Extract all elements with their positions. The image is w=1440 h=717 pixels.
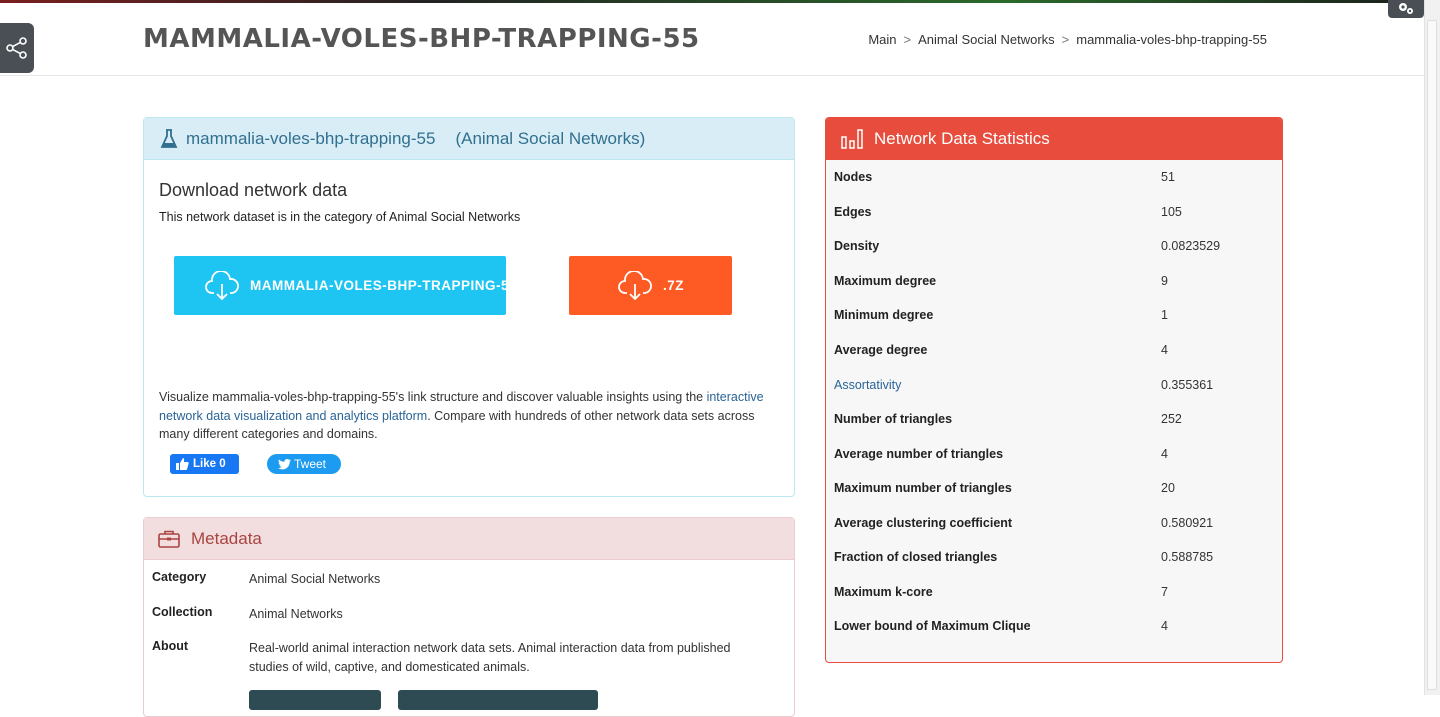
stat-value: 20 [1161,481,1175,495]
stat-value: 4 [1161,619,1168,633]
like-label: Like 0 [193,458,226,470]
flask-icon [160,128,178,148]
metadata-tag-button[interactable] [249,690,381,710]
stat-key: Minimum degree [834,308,934,322]
network-info-header: mammalia-voles-bhp-trapping-55 (Animal S… [144,118,794,160]
stat-value: 252 [1161,412,1182,426]
briefcase-icon [158,530,180,548]
stat-key: Maximum degree [834,274,937,288]
stat-key: Average clustering coefficient [834,516,1013,530]
metadata-key: Collection [152,605,213,619]
metadata-value: Real-world animal interaction network da… [249,641,731,674]
metadata-title: Metadata [191,528,262,548]
network-info-panel: mammalia-voles-bhp-trapping-55 (Animal S… [143,117,795,497]
stat-key: Lower bound of Maximum Clique [834,619,1031,633]
metadata-panel: Metadata Category Animal Social Networks… [143,517,795,717]
network-stats-panel: Network Data Statistics Nodes 51 Edges 105 D… [825,117,1283,663]
download-7z-label: .7Z [663,278,685,293]
network-stats-header: Network Data Statistics [826,118,1282,160]
download-title: Download network data [159,180,348,200]
share-button[interactable] [0,23,34,73]
stat-value: 0.355361 [1161,378,1214,392]
metadata-value: Animal Social Networks [249,572,381,586]
stat-key: Number of triangles [834,412,953,426]
metadata-value: Animal Networks [249,607,343,621]
cloud-download-icon [618,270,652,300]
stat-value: 0.580921 [1161,516,1214,530]
breadcrumb-category[interactable]: Animal Social Networks [918,32,1055,47]
network-stats-title: Network Data Statistics [874,129,1050,148]
metadata-header: Metadata [144,518,794,560]
stat-key[interactable]: Assortativity [834,378,901,392]
bar-chart-icon [841,129,863,149]
breadcrumb-current: mammalia-voles-bhp-trapping-55 [1076,32,1267,47]
stat-key: Average degree [834,343,928,357]
stat-key: Edges [834,205,872,219]
stat-key: Fraction of closed triangles [834,550,998,564]
stat-key: Average number of triangles [834,447,1004,461]
page-title: MAMMALIA-VOLES-BHP-TRAPPING-55 [143,24,700,54]
breadcrumb: Main > Animal Social Networks > mammalia-vol… [868,32,1267,47]
gear-icon [1399,3,1413,14]
stat-value: 0.0823529 [1161,239,1221,253]
viz-text-before: Visualize mammalia-voles-bhp-trapping-55… [159,390,707,404]
visualize-description: Visualize mammalia-voles-bhp-trapping-55… [159,388,779,444]
network-name-link[interactable]: mammalia-voles-bhp-trapping-55 [186,129,435,149]
facebook-like-button[interactable]: Like 0 [170,454,239,474]
page-header: MAMMALIA-VOLES-BHP-TRAPPING-55 Main > Anim… [0,3,1424,76]
metadata-key: About [152,639,189,653]
network-category-label: (Animal Social Networks) [455,128,646,148]
share-icon [6,37,27,59]
stat-value: 51 [1161,170,1175,184]
stat-value: 9 [1161,274,1168,288]
download-network-button[interactable]: MAMMALIA-VOLES-BHP-TRAPPING-55 [174,256,506,315]
scrollbar-thumb[interactable] [1427,20,1437,690]
stat-key: Maximum k-core [834,585,933,599]
stat-key: Maximum number of triangles [834,481,1012,495]
metadata-tag-button[interactable] [398,690,598,710]
stat-key: Nodes [834,170,873,184]
download-subtitle: This network dataset is in the category … [159,210,521,224]
download-7z-button[interactable]: .7Z [569,256,732,315]
settings-button[interactable] [1388,0,1424,18]
stat-key: Density [834,239,880,253]
breadcrumb-main[interactable]: Main [868,32,896,47]
twitter-bird-icon [278,458,291,469]
download-network-label: MAMMALIA-VOLES-BHP-TRAPPING-55 [250,278,506,293]
stat-value: 105 [1161,205,1182,219]
tweet-label: Tweet [294,457,327,471]
stat-value: 4 [1161,343,1168,357]
cloud-download-icon [205,270,239,300]
stat-value: 7 [1161,585,1168,599]
stat-value: 1 [1161,308,1168,322]
metadata-key: Category [152,570,207,584]
thumbs-up-icon [176,458,189,470]
stat-value: 0.588785 [1161,550,1214,564]
stat-value: 4 [1161,447,1168,461]
tweet-button[interactable]: Tweet [267,454,341,474]
